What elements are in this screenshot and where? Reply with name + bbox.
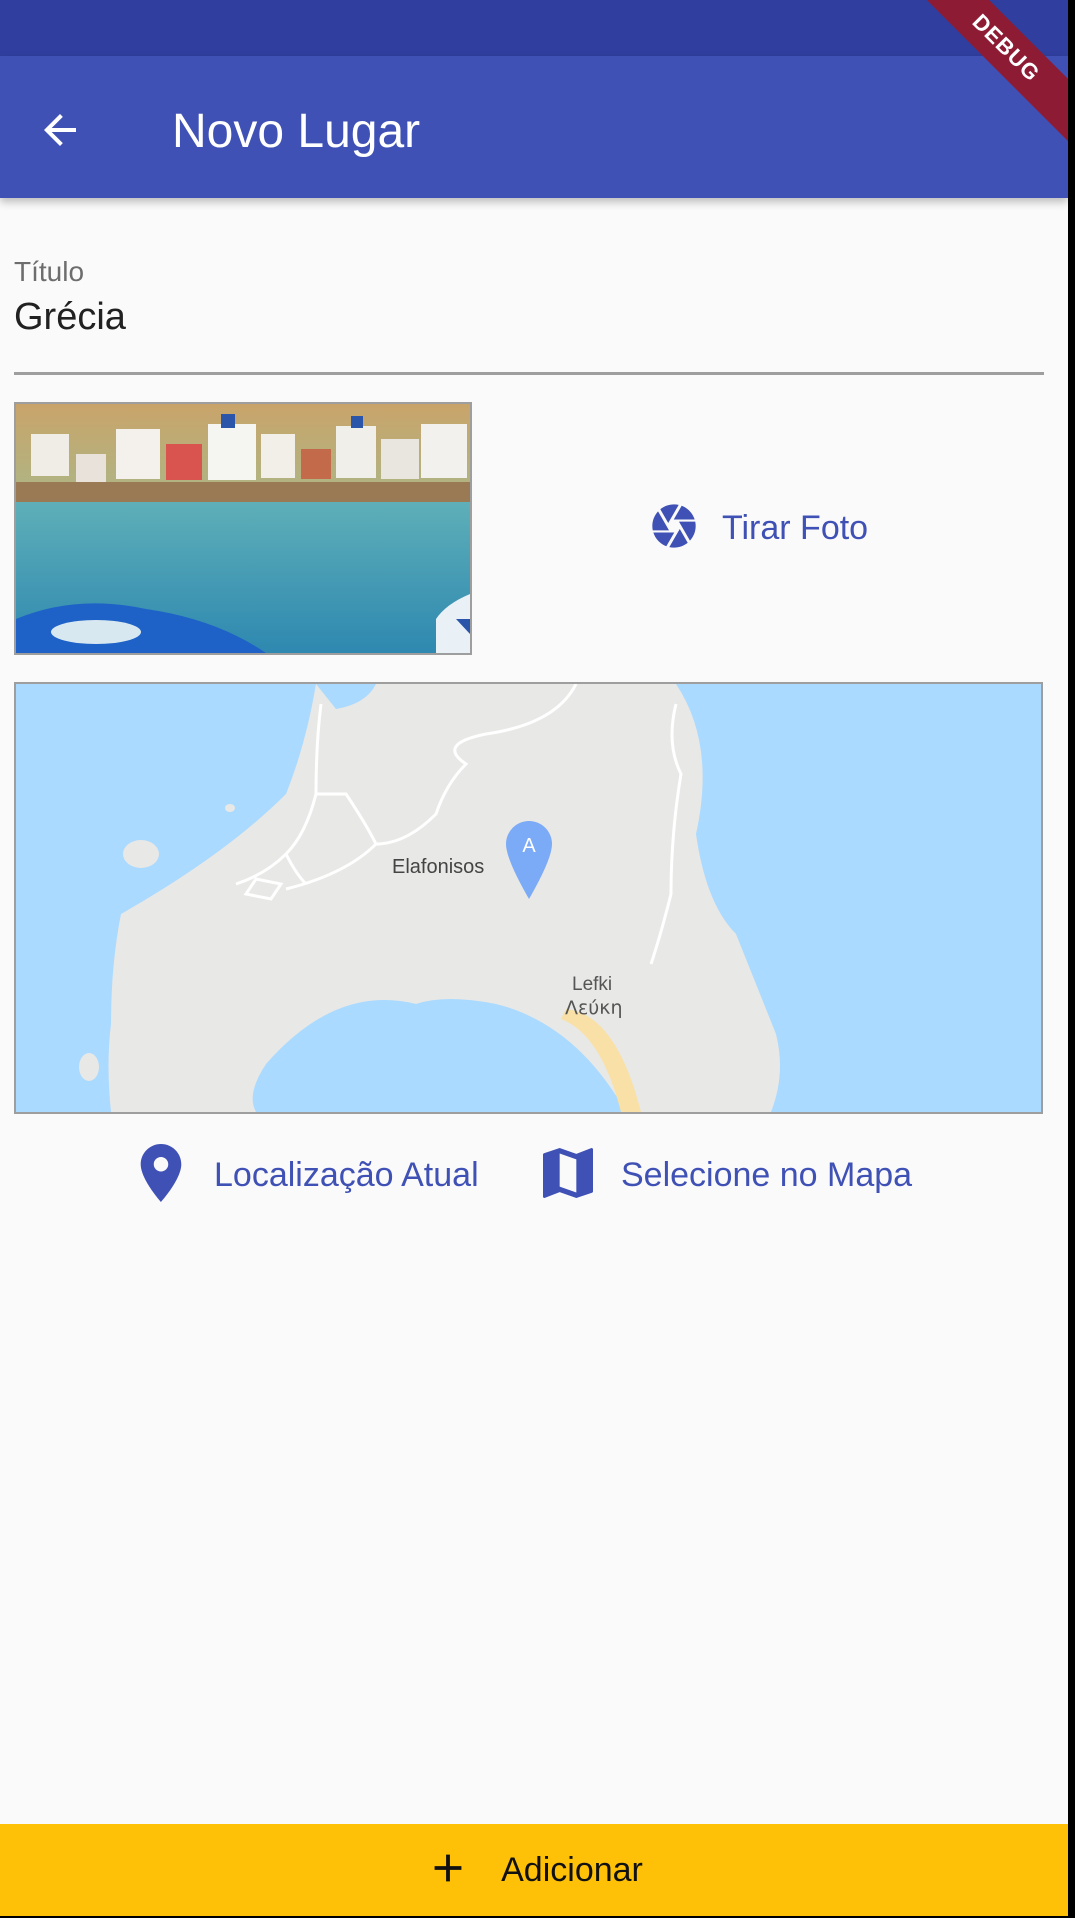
map-icon <box>543 1147 593 1203</box>
photo-preview <box>14 402 472 655</box>
title-field-label: Título <box>14 256 85 287</box>
location-buttons: Localização Atual Selecione no Mapa <box>0 1140 1068 1210</box>
title-field-underline <box>14 372 1044 375</box>
map-beach-label-latin: Lefki <box>572 974 612 995</box>
title-field[interactable]: Título Grécia <box>14 250 1044 376</box>
current-location-label: Localização Atual <box>214 1155 479 1194</box>
plus-icon <box>425 1845 471 1896</box>
title-field-value[interactable]: Grécia <box>14 296 126 339</box>
status-bar <box>0 0 1068 56</box>
take-photo-label: Tirar Foto <box>722 508 869 547</box>
map-marker-letter: A <box>522 835 536 857</box>
back-button[interactable] <box>20 92 100 172</box>
take-photo-button[interactable]: Tirar Foto <box>648 488 868 568</box>
current-location-button[interactable]: Localização Atual <box>138 1140 479 1210</box>
map-beach-label-greek: Λεύκη <box>565 997 623 1019</box>
page-title: Novo Lugar <box>172 105 421 158</box>
arrow-back-icon <box>36 106 84 159</box>
location-pin-icon <box>138 1143 184 1207</box>
add-place-button[interactable]: Adicionar <box>0 1824 1068 1916</box>
select-on-map-label: Selecione no Mapa <box>621 1155 913 1194</box>
screen: Novo Lugar DEBUG Título Grécia Tirar Fot… <box>0 0 1068 1916</box>
map-preview: Elafonisos Lefki Λεύκη A <box>14 682 1043 1114</box>
add-place-label: Adicionar <box>501 1850 643 1889</box>
map-place-label: Elafonisos <box>392 856 484 878</box>
select-on-map-button[interactable]: Selecione no Mapa <box>543 1140 912 1210</box>
app-bar: Novo Lugar <box>0 56 1068 198</box>
camera-shutter-icon <box>648 500 700 557</box>
